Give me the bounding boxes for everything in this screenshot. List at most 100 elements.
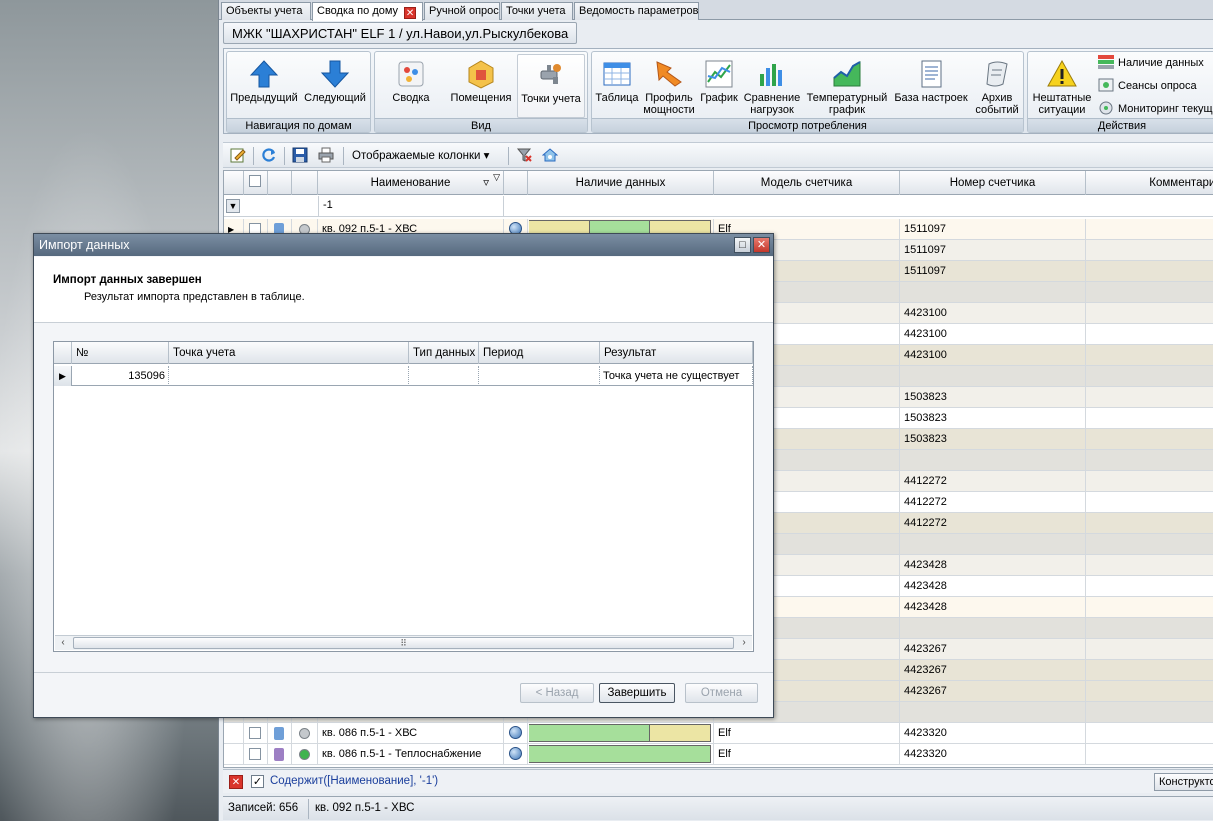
meter-type-icon — [274, 727, 284, 740]
tab-label: Объекты учета — [226, 5, 303, 17]
name-filter-input[interactable]: -1 — [318, 196, 504, 216]
edit-icon[interactable] — [229, 147, 247, 165]
refresh-icon[interactable] — [260, 147, 278, 165]
select-all-header[interactable] — [244, 171, 268, 195]
meter-number-cell — [900, 450, 1086, 471]
column-header-number[interactable]: № — [72, 342, 169, 364]
result-data-type — [409, 366, 479, 386]
column-header-meter-model[interactable]: Модель счетчика — [714, 171, 900, 195]
table-button[interactable]: Таблица — [593, 54, 641, 118]
filter-enabled-checkbox[interactable]: ✓ — [251, 775, 264, 788]
settings-database-button[interactable]: База настроек — [892, 54, 970, 118]
load-comparison-button[interactable]: Сравнение нагрузок — [742, 54, 802, 118]
table-row[interactable]: кв. 086 п.5-1 - ХВС Elf 4423320 — [224, 723, 1213, 744]
column-header-period[interactable]: Период — [479, 342, 600, 364]
filter-expression[interactable]: Содержит([Наименование], '-1') — [270, 775, 438, 787]
chart-button[interactable]: График — [697, 54, 741, 118]
comment-cell — [1086, 597, 1213, 618]
save-icon[interactable] — [291, 147, 309, 165]
scroll-left-icon[interactable]: ‹ — [55, 636, 71, 650]
back-button[interactable]: < Назад — [520, 683, 594, 703]
row-checkbox[interactable] — [249, 727, 261, 739]
filter-builder-button[interactable]: Конструктор — [1154, 773, 1213, 791]
meter-number-cell: 4412272 — [900, 471, 1086, 492]
auto-filter-row: ▼ -1 — [224, 196, 1213, 217]
data-presence-segment — [529, 745, 711, 763]
tab-house-summary[interactable]: Сводка по дому ✕ — [312, 2, 423, 21]
status-indicator-icon — [299, 749, 310, 760]
next-button[interactable]: Следующий — [301, 54, 369, 118]
meter-type-icon — [274, 748, 284, 761]
print-icon[interactable] — [317, 147, 335, 165]
metering-points-button[interactable]: Точки учета — [517, 54, 585, 118]
previous-label: Предыдущий — [230, 92, 298, 104]
comment-cell — [1086, 408, 1213, 429]
sessions-icon — [1098, 78, 1114, 92]
filter-panel: ✕ ✓ Содержит([Наименование], '-1') Конст… — [223, 769, 1213, 793]
emergency-situations-button[interactable]: Нештатные ситуации — [1030, 54, 1094, 118]
column-header-data-presence[interactable]: Наличие данных — [528, 171, 714, 195]
power-profile-label: Профиль — [645, 92, 693, 104]
event-archive-button[interactable]: Архив событий — [972, 54, 1022, 118]
globe-icon[interactable] — [509, 726, 522, 739]
type-icon-cell — [268, 744, 292, 765]
home-view-icon[interactable] — [541, 147, 559, 165]
data-presence-button[interactable]: Наличие данных — [1098, 54, 1204, 74]
meter-number-cell: 4423428 — [900, 555, 1086, 576]
load-comparison-label-2: нагрузок — [750, 104, 794, 116]
maximize-icon[interactable]: □ — [734, 237, 751, 253]
visible-columns-label: Отображаемые колонки — [352, 150, 481, 162]
comment-cell — [1086, 429, 1213, 450]
cancel-button[interactable]: Отмена — [685, 683, 758, 703]
column-header-data-type[interactable]: Тип данных — [409, 342, 479, 364]
tab-manual-poll[interactable]: Ручной опрос — [424, 2, 500, 20]
monitoring-button[interactable]: Мониторинг текущих — [1098, 100, 1213, 120]
column-header-result[interactable]: Результат — [600, 342, 753, 364]
column-header-meter-number[interactable]: Номер счетчика — [900, 171, 1086, 195]
filter-icon[interactable]: ▿ — [483, 171, 489, 195]
temperature-chart-icon — [831, 58, 863, 90]
comment-cell — [1086, 576, 1213, 597]
globe-icon[interactable] — [509, 747, 522, 760]
comment-header-label: Комментарий — [1149, 177, 1213, 189]
close-filter-icon[interactable]: ✕ — [229, 775, 243, 789]
tab-metering-points[interactable]: Точки учета — [501, 2, 573, 20]
power-profile-button[interactable]: Профиль мощности — [642, 54, 696, 118]
visible-columns-dropdown[interactable]: Отображаемые колонки ▾ — [352, 148, 489, 162]
dialog-titlebar[interactable]: Импорт данных □ ✕ — [34, 234, 773, 256]
close-icon[interactable]: ✕ — [404, 7, 417, 19]
scroll-thumb[interactable]: ⠿ — [73, 637, 734, 649]
comment-cell — [1086, 534, 1213, 555]
column-header-comment[interactable]: Комментарий — [1086, 171, 1213, 195]
row-indicator-cell — [224, 723, 244, 744]
settings-database-label: База настроек — [894, 92, 968, 104]
tab-objects[interactable]: Объекты учета — [221, 2, 311, 20]
table-icon — [601, 58, 633, 90]
meter-number-cell: 4423267 — [900, 660, 1086, 681]
status-bar: Записей: 656 кв. 092 п.5-1 - ХВС — [223, 796, 1213, 820]
scroll-right-icon[interactable]: › — [736, 636, 752, 650]
close-icon[interactable]: ✕ — [753, 237, 770, 253]
funnel-icon[interactable]: ▼ — [226, 199, 240, 213]
document-list-icon — [915, 58, 947, 90]
tab-parameter-sheet[interactable]: Ведомость параметров — [574, 2, 699, 20]
rooms-button[interactable]: Помещения — [447, 54, 515, 118]
select-all-checkbox[interactable] — [249, 175, 261, 187]
summary-label: Сводка — [392, 92, 430, 104]
toolbar-separator — [284, 147, 285, 165]
column-header-name[interactable]: Наименование ▿ ▽ — [318, 171, 504, 195]
clear-filter-icon[interactable] — [515, 147, 533, 165]
summary-button[interactable]: Сводка — [377, 54, 445, 118]
horizontal-scrollbar[interactable]: ‹ ⠿ › — [55, 635, 752, 650]
result-row[interactable]: ▶ 135096 Точка учета не существует — [54, 366, 753, 386]
result-number: 135096 — [72, 366, 169, 386]
column-header-point[interactable]: Точка учета — [169, 342, 409, 364]
select-cell — [244, 744, 268, 765]
previous-button[interactable]: Предыдущий — [229, 54, 299, 118]
row-checkbox[interactable] — [249, 748, 261, 760]
temperature-chart-button[interactable]: Температурный график — [804, 54, 890, 118]
finish-button[interactable]: Завершить — [599, 683, 675, 703]
rooms-label: Помещения — [450, 92, 512, 104]
table-row[interactable]: кв. 086 п.5-1 - Теплоснабжение Elf 4423320 — [224, 744, 1213, 765]
poll-sessions-button[interactable]: Сеансы опроса — [1098, 77, 1197, 97]
